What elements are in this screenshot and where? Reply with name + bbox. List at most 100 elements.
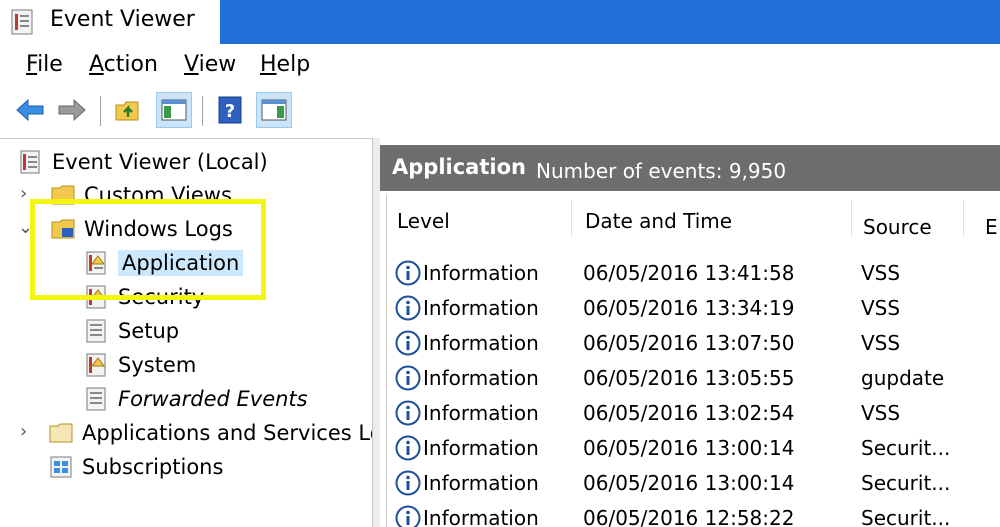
chevron-right-icon[interactable]: › xyxy=(20,183,27,204)
tree-label: Setup xyxy=(118,319,180,343)
log-icon xyxy=(86,353,106,377)
column-header-date-time[interactable]: Date and Time xyxy=(585,209,732,233)
source-cell: Securit... xyxy=(861,471,951,495)
back-arrow-icon xyxy=(16,98,44,122)
help-button[interactable]: ? xyxy=(212,92,248,128)
folder-icon xyxy=(49,423,73,443)
title-bar: Event Viewer xyxy=(0,0,1000,44)
information-icon xyxy=(395,260,421,286)
menu-view-label: iew xyxy=(198,52,237,77)
tree-label: Subscriptions xyxy=(82,455,224,479)
show-hide-action-pane-icon xyxy=(261,99,287,121)
level-cell: Information xyxy=(423,331,539,355)
table-row[interactable]: Information 06/05/2016 13:41:58 VSS xyxy=(387,257,1000,292)
level-cell: Information xyxy=(423,436,539,460)
level-cell: Information xyxy=(423,506,539,527)
column-header-event-id[interactable]: E xyxy=(985,215,998,239)
level-cell: Information xyxy=(423,366,539,390)
window-title: Event Viewer xyxy=(50,7,195,32)
table-row[interactable]: Information 06/05/2016 13:00:14 Securit... xyxy=(387,467,1000,502)
source-cell: VSS xyxy=(861,261,901,285)
svg-text:?: ? xyxy=(225,101,235,122)
up-folder-icon xyxy=(115,101,139,121)
date-time-cell: 06/05/2016 13:05:55 xyxy=(583,366,795,390)
menu-help[interactable]: Help xyxy=(260,52,310,77)
source-cell: gupdate xyxy=(861,366,945,390)
forward-button[interactable] xyxy=(54,92,90,128)
column-divider[interactable] xyxy=(851,201,852,237)
tree-item-setup[interactable]: Setup xyxy=(84,315,179,347)
date-time-cell: 06/05/2016 13:00:14 xyxy=(583,436,795,460)
information-icon xyxy=(395,365,421,391)
chevron-right-icon[interactable]: › xyxy=(20,421,27,442)
tree-item-subscriptions[interactable]: Subscriptions xyxy=(48,451,223,483)
toolbar-separator-2 xyxy=(202,96,203,126)
information-icon xyxy=(395,470,421,496)
tree-label: Event Viewer (Local) xyxy=(52,150,268,174)
information-icon xyxy=(395,330,421,356)
menu-action-label: ction xyxy=(103,52,158,77)
date-time-cell: 06/05/2016 12:58:22 xyxy=(583,506,795,527)
level-cell: Information xyxy=(423,471,539,495)
events-table: Level Date and Time Source E Information… xyxy=(386,195,1000,527)
up-level-button[interactable] xyxy=(110,92,146,128)
information-icon xyxy=(395,505,421,527)
toolbar-separator xyxy=(100,96,101,126)
tree-item-system[interactable]: System xyxy=(84,349,196,381)
show-hide-console-tree-button[interactable] xyxy=(156,92,192,128)
table-row[interactable]: Information 06/05/2016 12:58:22 Securit... xyxy=(387,502,1000,527)
information-icon xyxy=(395,400,421,426)
date-time-cell: 06/05/2016 13:02:54 xyxy=(583,401,795,425)
menu-bar: File Action View Help xyxy=(0,44,1000,86)
pane-splitter[interactable] xyxy=(372,138,380,527)
event-viewer-app-icon xyxy=(11,9,33,35)
show-hide-tree-icon xyxy=(161,99,187,121)
tree-item-event-viewer-local[interactable]: Event Viewer (Local) xyxy=(18,146,268,178)
column-header-level[interactable]: Level xyxy=(397,209,450,233)
tree-item-forwarded-events[interactable]: Forwarded Events xyxy=(84,383,308,415)
table-row[interactable]: Information 06/05/2016 13:07:50 VSS xyxy=(387,327,1000,362)
subscriptions-icon xyxy=(50,456,72,478)
table-row[interactable]: Information 06/05/2016 13:00:14 Securit... xyxy=(387,432,1000,467)
date-time-cell: 06/05/2016 13:41:58 xyxy=(583,261,795,285)
table-row[interactable]: Information 06/05/2016 13:02:54 VSS xyxy=(387,397,1000,432)
table-row[interactable]: Information 06/05/2016 13:34:19 VSS xyxy=(387,292,1000,327)
column-divider[interactable] xyxy=(571,201,572,237)
column-divider[interactable] xyxy=(963,201,964,237)
source-cell: Securit... xyxy=(861,506,951,527)
event-count: Number of events: 9,950 xyxy=(536,159,787,183)
menu-action-mnemonic: A xyxy=(89,52,104,77)
menu-help-mnemonic: H xyxy=(260,52,277,77)
forward-arrow-icon xyxy=(58,98,86,122)
column-header-source[interactable]: Source xyxy=(863,215,932,239)
tree-label: Applications and Services Lo xyxy=(82,421,383,445)
level-cell: Information xyxy=(423,296,539,320)
menu-help-label: elp xyxy=(276,52,311,77)
date-time-cell: 06/05/2016 13:07:50 xyxy=(583,331,795,355)
log-name: Application xyxy=(392,155,526,179)
level-cell: Information xyxy=(423,261,539,285)
results-header: Application Number of events: 9,950 xyxy=(380,145,1000,191)
table-row[interactable]: Information 06/05/2016 13:05:55 gupdate xyxy=(387,362,1000,397)
event-viewer-icon xyxy=(20,150,40,174)
menu-action[interactable]: Action xyxy=(89,52,158,77)
source-cell: VSS xyxy=(861,331,901,355)
level-cell: Information xyxy=(423,401,539,425)
tree-label: Forwarded Events xyxy=(118,387,308,411)
source-cell: VSS xyxy=(861,296,901,320)
menu-view[interactable]: View xyxy=(184,52,236,77)
console-tree: Event Viewer (Local) › Custom Views ⌄ Wi… xyxy=(0,138,383,527)
source-cell: VSS xyxy=(861,401,901,425)
menu-view-mnemonic: V xyxy=(184,52,199,77)
log-icon xyxy=(86,319,106,343)
log-icon xyxy=(86,387,106,411)
help-icon: ? xyxy=(218,96,242,124)
information-icon xyxy=(395,295,421,321)
menu-file-mnemonic: F xyxy=(26,52,38,77)
results-pane: Application Number of events: 9,950 Leve… xyxy=(380,145,1000,527)
source-cell: Securit... xyxy=(861,436,951,460)
menu-file[interactable]: File xyxy=(26,52,63,77)
back-button[interactable] xyxy=(12,92,48,128)
show-hide-action-pane-button[interactable] xyxy=(256,92,292,128)
tree-item-applications-and-services[interactable]: Applications and Services Lo xyxy=(48,417,383,449)
